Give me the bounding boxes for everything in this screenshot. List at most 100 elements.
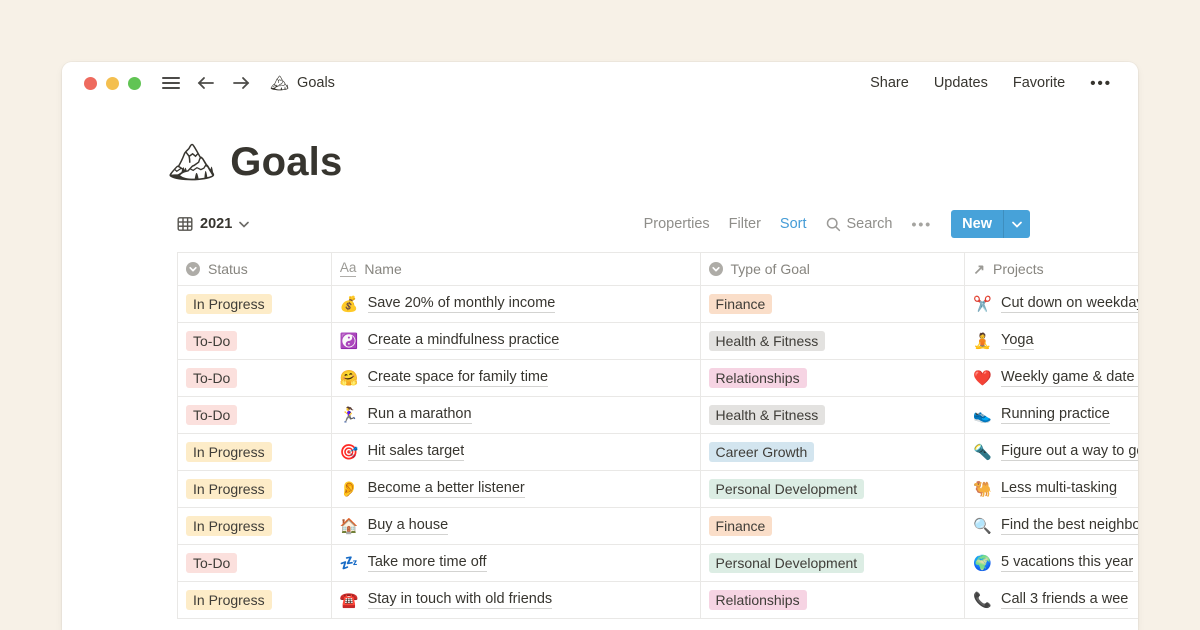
type-of-goal-cell[interactable]: Finance xyxy=(701,286,966,322)
type-of-goal-cell[interactable]: Health & Fitness xyxy=(701,397,966,433)
breadcrumb[interactable]: 🏔 Goals xyxy=(270,74,335,92)
name-cell[interactable]: ☯️ Create a mindfulness practice xyxy=(332,323,701,359)
project-page-link[interactable]: 🔦 Figure out a way to ge xyxy=(973,443,1138,461)
name-cell[interactable]: ☎️ Stay in touch with old friends xyxy=(332,582,701,618)
sidebar-menu-icon[interactable] xyxy=(162,76,180,90)
table-row[interactable]: To-Do ☯️ Create a mindfulness practice H… xyxy=(177,323,1138,360)
text-property-icon: Aa xyxy=(340,261,357,277)
goal-page-link[interactable]: ☎️ Stay in touch with old friends xyxy=(340,591,552,609)
table-row[interactable]: In Progress 👂 Become a better listener P… xyxy=(177,471,1138,508)
share-button[interactable]: Share xyxy=(870,75,909,91)
table-row[interactable]: To-Do 🤗 Create space for family time Rel… xyxy=(177,360,1138,397)
project-page-link[interactable]: 👟 Running practice xyxy=(973,406,1110,424)
page-title[interactable]: Goals xyxy=(230,140,342,185)
view-switcher[interactable]: 2021 xyxy=(177,216,249,232)
status-cell[interactable]: In Progress xyxy=(178,434,332,470)
project-title: Yoga xyxy=(1001,332,1034,350)
favorite-button[interactable]: Favorite xyxy=(1013,75,1065,91)
page-emoji-icon: 🏔 xyxy=(270,74,289,92)
table-row[interactable]: To-Do 💤 Take more time off Personal Deve… xyxy=(177,545,1138,582)
column-header-status[interactable]: Status xyxy=(178,253,332,285)
goal-emoji-icon: 💰 xyxy=(340,295,359,313)
status-badge: To-Do xyxy=(186,553,237,573)
updates-button[interactable]: Updates xyxy=(934,75,988,91)
project-emoji-icon: 🌍 xyxy=(973,554,992,572)
projects-cell[interactable]: ✂️ Cut down on weekday xyxy=(965,286,1138,322)
goal-page-link[interactable]: 🎯 Hit sales target xyxy=(340,443,464,461)
projects-cell[interactable]: 🔍 Find the best neighbo xyxy=(965,508,1138,544)
name-cell[interactable]: 🎯 Hit sales target xyxy=(332,434,701,470)
name-cell[interactable]: 🤗 Create space for family time xyxy=(332,360,701,396)
page-icon[interactable]: 🏔 xyxy=(168,144,216,182)
project-page-link[interactable]: 🐫 Less multi-tasking xyxy=(973,480,1117,498)
status-cell[interactable]: To-Do xyxy=(178,323,332,359)
status-badge: In Progress xyxy=(186,516,272,536)
goal-page-link[interactable]: 💤 Take more time off xyxy=(340,554,487,572)
status-cell[interactable]: To-Do xyxy=(178,545,332,581)
status-cell[interactable]: In Progress xyxy=(178,508,332,544)
projects-cell[interactable]: 🔦 Figure out a way to ge xyxy=(965,434,1138,470)
sort-button[interactable]: Sort xyxy=(780,216,807,232)
type-of-goal-cell[interactable]: Career Growth xyxy=(701,434,966,470)
search-button[interactable]: Search xyxy=(826,216,893,232)
new-button[interactable]: New xyxy=(951,210,1030,238)
projects-cell[interactable]: 🧘 Yoga xyxy=(965,323,1138,359)
more-options-icon[interactable]: ••• xyxy=(1090,75,1112,92)
forward-arrow-icon[interactable] xyxy=(232,76,250,90)
project-page-link[interactable]: 🧘 Yoga xyxy=(973,332,1033,350)
name-cell[interactable]: 💤 Take more time off xyxy=(332,545,701,581)
projects-cell[interactable]: 🌍 5 vacations this year xyxy=(965,545,1138,581)
name-cell[interactable]: 👂 Become a better listener xyxy=(332,471,701,507)
project-page-link[interactable]: ❤️ Weekly game & date n xyxy=(973,369,1138,387)
type-of-goal-cell[interactable]: Health & Fitness xyxy=(701,323,966,359)
zoom-window-button[interactable] xyxy=(128,77,141,90)
status-cell[interactable]: To-Do xyxy=(178,360,332,396)
table-row[interactable]: In Progress 💰 Save 20% of monthly income… xyxy=(177,286,1138,323)
filter-button[interactable]: Filter xyxy=(729,216,761,232)
goal-page-link[interactable]: 💰 Save 20% of monthly income xyxy=(340,295,555,313)
status-cell[interactable]: In Progress xyxy=(178,471,332,507)
column-header-type-of-goal[interactable]: Type of Goal xyxy=(701,253,966,285)
minimize-window-button[interactable] xyxy=(106,77,119,90)
properties-button[interactable]: Properties xyxy=(644,216,710,232)
name-cell[interactable]: 💰 Save 20% of monthly income xyxy=(332,286,701,322)
column-header-name[interactable]: Aa Name xyxy=(332,253,701,285)
table-view-icon xyxy=(177,216,193,232)
name-cell[interactable]: 🏃‍♀️ Run a marathon xyxy=(332,397,701,433)
type-of-goal-cell[interactable]: Relationships xyxy=(701,360,966,396)
status-cell[interactable]: In Progress xyxy=(178,582,332,618)
toolbar-more-icon[interactable]: ••• xyxy=(911,216,932,232)
type-of-goal-cell[interactable]: Personal Development xyxy=(701,471,966,507)
project-page-link[interactable]: 📞 Call 3 friends a wee xyxy=(973,591,1128,609)
goal-emoji-icon: 🤗 xyxy=(340,369,359,387)
projects-cell[interactable]: 📞 Call 3 friends a wee xyxy=(965,582,1138,618)
table-row[interactable]: In Progress 🏠 Buy a house Finance 🔍 Find… xyxy=(177,508,1138,545)
project-page-link[interactable]: ✂️ Cut down on weekday xyxy=(973,295,1138,313)
goal-page-link[interactable]: 🤗 Create space for family time xyxy=(340,369,548,387)
goal-page-link[interactable]: 🏠 Buy a house xyxy=(340,517,448,535)
projects-cell[interactable]: ❤️ Weekly game & date n xyxy=(965,360,1138,396)
name-cell[interactable]: 🏠 Buy a house xyxy=(332,508,701,544)
project-page-link[interactable]: 🔍 Find the best neighbo xyxy=(973,517,1138,535)
project-emoji-icon: 🔦 xyxy=(973,443,992,461)
table-row[interactable]: In Progress 🎯 Hit sales target Career Gr… xyxy=(177,434,1138,471)
goal-page-link[interactable]: ☯️ Create a mindfulness practice xyxy=(340,332,560,350)
back-arrow-icon[interactable] xyxy=(197,76,215,90)
close-window-button[interactable] xyxy=(84,77,97,90)
new-dropdown-chevron-icon[interactable] xyxy=(1003,210,1030,238)
goal-page-link[interactable]: 🏃‍♀️ Run a marathon xyxy=(340,406,472,424)
project-page-link[interactable]: 🌍 5 vacations this year xyxy=(973,554,1133,572)
projects-cell[interactable]: 👟 Running practice xyxy=(965,397,1138,433)
column-header-projects[interactable]: ↗ Projects xyxy=(965,253,1138,285)
type-of-goal-cell[interactable]: Personal Development xyxy=(701,545,966,581)
status-cell[interactable]: To-Do xyxy=(178,397,332,433)
status-cell[interactable]: In Progress xyxy=(178,286,332,322)
table-row[interactable]: To-Do 🏃‍♀️ Run a marathon Health & Fitne… xyxy=(177,397,1138,434)
goal-page-link[interactable]: 👂 Become a better listener xyxy=(340,480,525,498)
type-of-goal-cell[interactable]: Finance xyxy=(701,508,966,544)
goal-emoji-icon: 💤 xyxy=(340,554,359,572)
type-of-goal-cell[interactable]: Relationships xyxy=(701,582,966,618)
table-row[interactable]: In Progress ☎️ Stay in touch with old fr… xyxy=(177,582,1138,619)
project-emoji-icon: 🔍 xyxy=(973,517,992,535)
projects-cell[interactable]: 🐫 Less multi-tasking xyxy=(965,471,1138,507)
